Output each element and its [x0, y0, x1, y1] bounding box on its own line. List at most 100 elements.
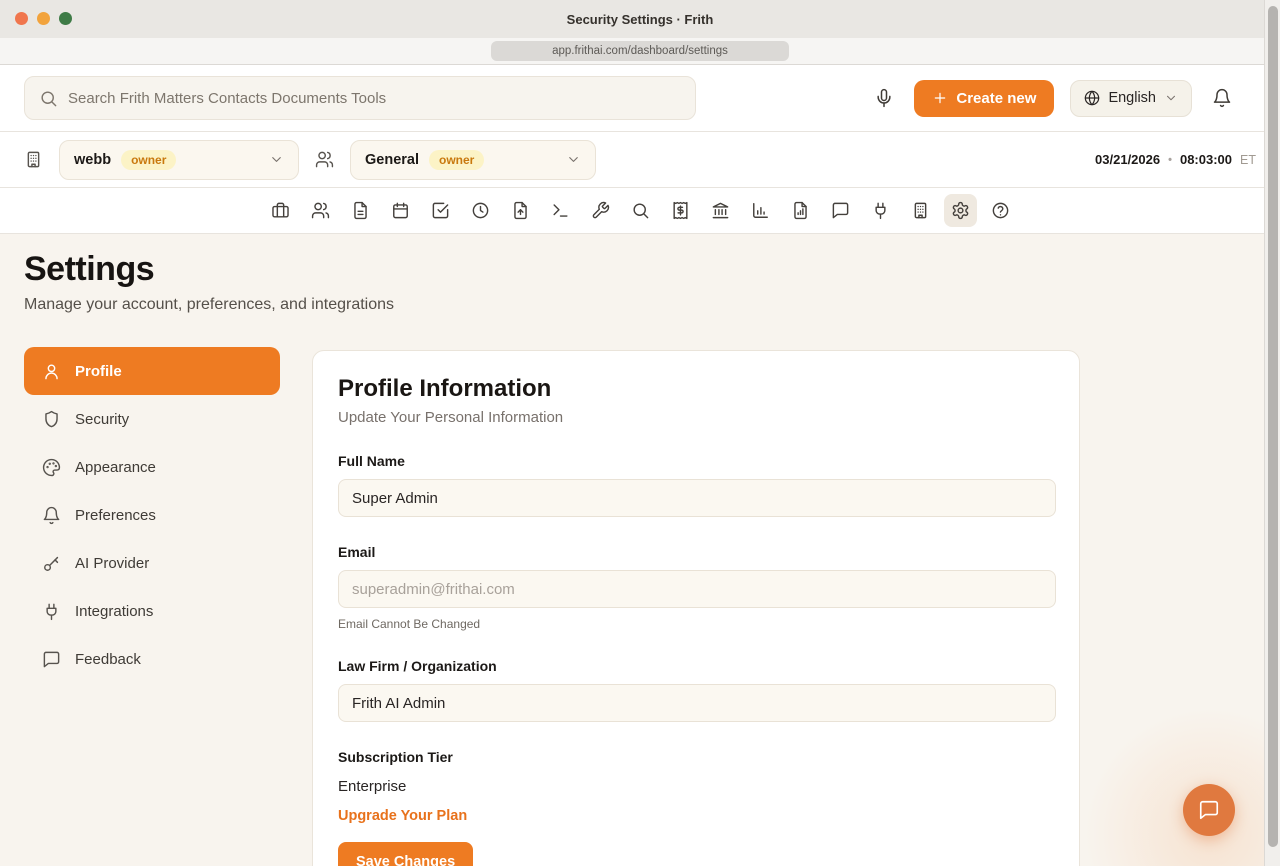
toolbar-terminal-button[interactable]	[544, 194, 577, 227]
traffic-lights	[15, 12, 72, 25]
toolbar-briefcase-button[interactable]	[264, 194, 297, 227]
search-icon	[39, 89, 58, 108]
toolbar-clock-button[interactable]	[464, 194, 497, 227]
subscription-tier-label: Subscription Tier	[338, 749, 1054, 765]
close-window-button[interactable]	[15, 12, 28, 25]
main-icon-toolbar	[0, 188, 1280, 234]
scrollbar-thumb[interactable]	[1268, 6, 1278, 847]
toolbar-search-button[interactable]	[624, 194, 657, 227]
plus-icon	[932, 90, 948, 106]
window-title: Security Settings · Frith	[567, 12, 714, 27]
timezone-label: ET	[1240, 153, 1256, 167]
bar-chart-icon	[751, 201, 770, 220]
organization-label: Law Firm / Organization	[338, 658, 1054, 674]
toolbar-help-circle-button[interactable]	[984, 194, 1017, 227]
chat-fab-button[interactable]	[1183, 784, 1235, 836]
chevron-down-icon	[1164, 91, 1178, 105]
bell-icon	[42, 506, 61, 525]
message-square-icon	[42, 650, 61, 669]
settings-icon	[951, 201, 970, 220]
settings-sidebar: Profile Security Appearance Preferences AI P…	[24, 347, 280, 683]
landmark-icon	[711, 201, 730, 220]
sidebar-item-label: Appearance	[75, 459, 156, 476]
calendar-icon	[391, 201, 410, 220]
card-subtitle: Update Your Personal Information	[338, 409, 1054, 426]
sidebar-item-label: AI Provider	[75, 555, 149, 572]
team-selector[interactable]: General owner	[350, 140, 596, 180]
upgrade-plan-link[interactable]: Upgrade Your Plan	[338, 808, 467, 824]
card-title: Profile Information	[338, 375, 1054, 403]
search-icon	[631, 201, 650, 220]
organization-selector[interactable]: webb owner	[59, 140, 299, 180]
zoom-window-button[interactable]	[59, 12, 72, 25]
file-text-icon	[351, 201, 370, 220]
page-scrollbar[interactable]	[1264, 0, 1280, 866]
message-square-icon	[831, 201, 850, 220]
sidebar-item-label: Integrations	[75, 603, 153, 620]
toolbar-file-up-button[interactable]	[504, 194, 537, 227]
chat-bubble-icon	[1198, 799, 1220, 821]
datetime-separator: •	[1168, 154, 1172, 166]
organization-input[interactable]	[338, 684, 1056, 722]
organization-role-badge: owner	[121, 150, 176, 170]
full-name-input[interactable]	[338, 479, 1056, 517]
toolbar-calendar-button[interactable]	[384, 194, 417, 227]
sidebar-item-integrations[interactable]: Integrations	[24, 587, 280, 635]
datetime-display: 03/21/2026 • 08:03:00 ET	[1095, 152, 1256, 167]
url-pill[interactable]: app.frithai.com/dashboard/settings	[491, 41, 789, 61]
full-name-label: Full Name	[338, 453, 1054, 469]
toolbar-message-square-button[interactable]	[824, 194, 857, 227]
toolbar-file-text-button[interactable]	[344, 194, 377, 227]
plug-icon	[871, 201, 890, 220]
organization-icon	[24, 150, 43, 169]
create-new-label: Create new	[956, 90, 1036, 107]
sidebar-item-feedback[interactable]: Feedback	[24, 635, 280, 683]
shield-icon	[42, 410, 61, 429]
palette-icon	[42, 458, 61, 477]
sidebar-item-preferences[interactable]: Preferences	[24, 491, 280, 539]
chevron-down-icon	[566, 152, 581, 167]
toolbar-plug-button[interactable]	[864, 194, 897, 227]
team-icon	[315, 150, 334, 169]
notifications-button[interactable]	[1208, 84, 1236, 112]
help-circle-icon	[991, 201, 1010, 220]
global-search[interactable]	[24, 76, 696, 120]
bell-icon	[1212, 88, 1232, 108]
current-time: 08:03:00	[1180, 152, 1232, 167]
toolbar-receipt-button[interactable]	[664, 194, 697, 227]
sidebar-item-profile[interactable]: Profile	[24, 347, 280, 395]
users-icon	[311, 201, 330, 220]
sidebar-item-ai-provider[interactable]: AI Provider	[24, 539, 280, 587]
email-label: Email	[338, 544, 1054, 560]
language-selector[interactable]: English	[1070, 80, 1192, 117]
minimize-window-button[interactable]	[37, 12, 50, 25]
window-titlebar: Security Settings · Frith	[0, 0, 1280, 38]
sidebar-item-label: Security	[75, 411, 129, 428]
toolbar-users-button[interactable]	[304, 194, 337, 227]
toolbar-settings-button[interactable]	[944, 194, 977, 227]
terminal-icon	[551, 201, 570, 220]
page-title: Settings	[24, 250, 154, 289]
sidebar-item-label: Preferences	[75, 507, 156, 524]
toolbar-file-chart-button[interactable]	[784, 194, 817, 227]
plug-icon	[42, 602, 61, 621]
save-changes-button[interactable]: Save Changes	[338, 842, 473, 866]
sidebar-item-appearance[interactable]: Appearance	[24, 443, 280, 491]
email-helper-text: Email Cannot Be Changed	[338, 617, 1054, 631]
toolbar-bar-chart-button[interactable]	[744, 194, 777, 227]
search-input[interactable]	[68, 90, 681, 107]
microphone-button[interactable]	[870, 84, 898, 112]
organization-name: webb	[74, 152, 111, 168]
team-role-badge: owner	[429, 150, 484, 170]
toolbar-check-square-button[interactable]	[424, 194, 457, 227]
current-date: 03/21/2026	[1095, 152, 1160, 167]
email-input	[338, 570, 1056, 608]
create-new-button[interactable]: Create new	[914, 80, 1054, 117]
microphone-icon	[874, 88, 894, 108]
toolbar-building-button[interactable]	[904, 194, 937, 227]
toolbar-landmark-button[interactable]	[704, 194, 737, 227]
receipt-icon	[671, 201, 690, 220]
user-icon	[42, 362, 61, 381]
sidebar-item-security[interactable]: Security	[24, 395, 280, 443]
toolbar-wrench-button[interactable]	[584, 194, 617, 227]
